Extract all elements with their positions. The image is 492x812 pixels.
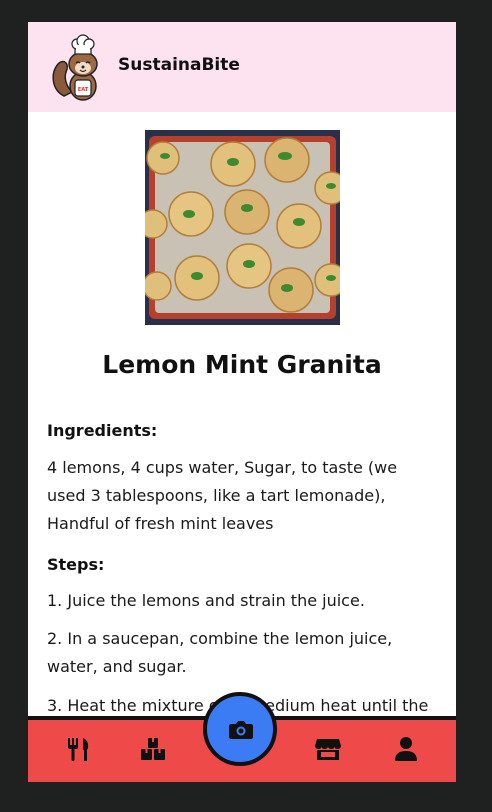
recipe-title: Lemon Mint Granita (102, 350, 382, 379)
ingredients-text: 4 lemons, 4 cups water, Sugar, to taste … (47, 458, 398, 533)
camera-icon (229, 721, 253, 739)
step-item: 1. Juice the lemons and strain the juice… (47, 591, 365, 610)
user-icon[interactable] (391, 734, 421, 764)
steps-heading: Steps: (47, 555, 105, 574)
camera-button[interactable] (203, 692, 277, 766)
recipe-content[interactable]: Lemon Mint Granita Ingredients: 4 lemons… (28, 112, 456, 718)
fork-knife-icon[interactable] (63, 734, 93, 764)
step-item: 2. In a saucepan, combine the lemon juic… (47, 629, 393, 676)
store-icon[interactable] (313, 734, 343, 764)
squirrel-chef-logo: EAT (52, 34, 98, 101)
app-header: EAT SustainaBite (28, 22, 456, 112)
app-screen: EAT SustainaBite Lemon Mint Granita Ingr… (28, 22, 456, 782)
svg-text:EAT: EAT (78, 87, 89, 93)
ingredients-heading: Ingredients: (47, 421, 158, 440)
app-title: SustainaBite (118, 55, 240, 75)
recipe-photo (145, 130, 340, 325)
boxes-icon[interactable] (138, 734, 168, 764)
